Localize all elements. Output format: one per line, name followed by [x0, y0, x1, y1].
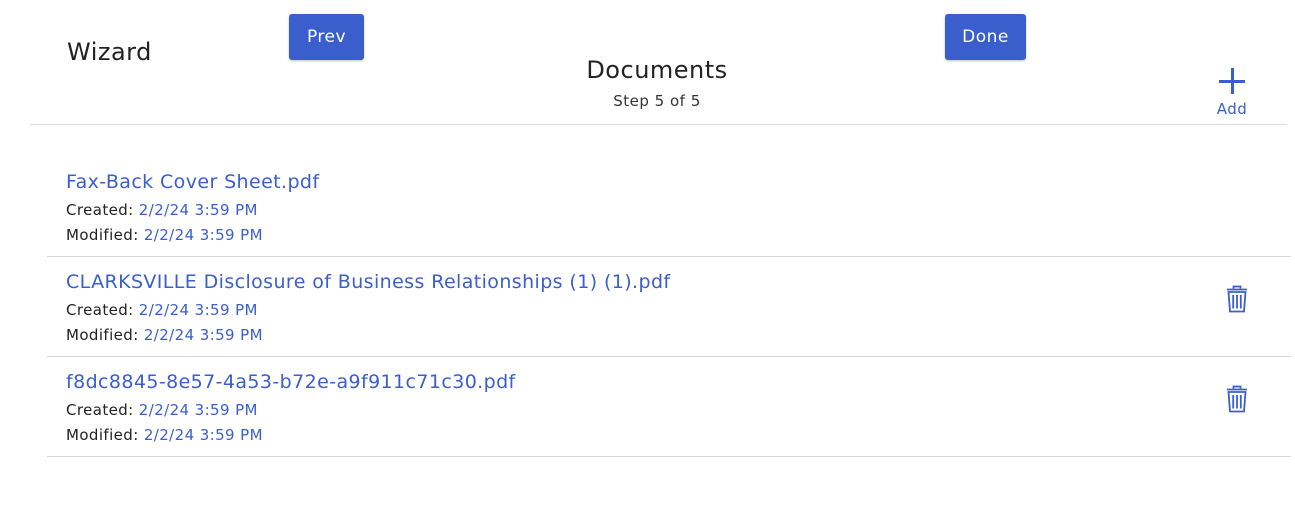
done-button[interactable]: Done: [945, 14, 1026, 60]
document-row: f8dc8845-8e57-4a53-b72e-a9f911c71c30.pdf…: [47, 356, 1291, 457]
modified-date: 2/2/24 3:59 PM: [143, 226, 263, 244]
document-row: CLARKSVILLE Disclosure of Business Relat…: [47, 256, 1291, 357]
add-document-button[interactable]: Add: [1205, 64, 1259, 120]
header-divider: [30, 124, 1287, 125]
created-label: Created:: [66, 301, 134, 319]
page-title: Documents: [586, 56, 728, 84]
add-label: Add: [1216, 100, 1248, 118]
trash-icon[interactable]: [1226, 385, 1248, 413]
created-date: 2/2/24 3:59 PM: [138, 201, 258, 219]
document-row: Fax-Back Cover Sheet.pdf Created: 2/2/24…: [47, 156, 1291, 257]
created-meta: Created: 2/2/24 3:59 PM: [66, 201, 258, 219]
plus-icon: [1219, 68, 1245, 94]
document-link[interactable]: CLARKSVILLE Disclosure of Business Relat…: [66, 271, 671, 293]
modified-label: Modified:: [66, 326, 139, 344]
created-label: Created:: [66, 401, 134, 419]
modified-date: 2/2/24 3:59 PM: [143, 326, 263, 344]
trash-icon[interactable]: [1226, 285, 1248, 313]
document-link[interactable]: f8dc8845-8e57-4a53-b72e-a9f911c71c30.pdf: [66, 371, 516, 393]
modified-meta: Modified: 2/2/24 3:59 PM: [66, 226, 263, 244]
wizard-title: Wizard: [67, 38, 152, 66]
created-date: 2/2/24 3:59 PM: [138, 401, 258, 419]
modified-meta: Modified: 2/2/24 3:59 PM: [66, 326, 263, 344]
prev-button[interactable]: Prev: [289, 14, 364, 60]
created-meta: Created: 2/2/24 3:59 PM: [66, 401, 258, 419]
step-indicator: Step 5 of 5: [613, 92, 701, 110]
modified-label: Modified:: [66, 226, 139, 244]
modified-meta: Modified: 2/2/24 3:59 PM: [66, 426, 263, 444]
created-meta: Created: 2/2/24 3:59 PM: [66, 301, 258, 319]
document-link[interactable]: Fax-Back Cover Sheet.pdf: [66, 171, 319, 193]
created-date: 2/2/24 3:59 PM: [138, 301, 258, 319]
modified-label: Modified:: [66, 426, 139, 444]
created-label: Created:: [66, 201, 134, 219]
modified-date: 2/2/24 3:59 PM: [143, 426, 263, 444]
